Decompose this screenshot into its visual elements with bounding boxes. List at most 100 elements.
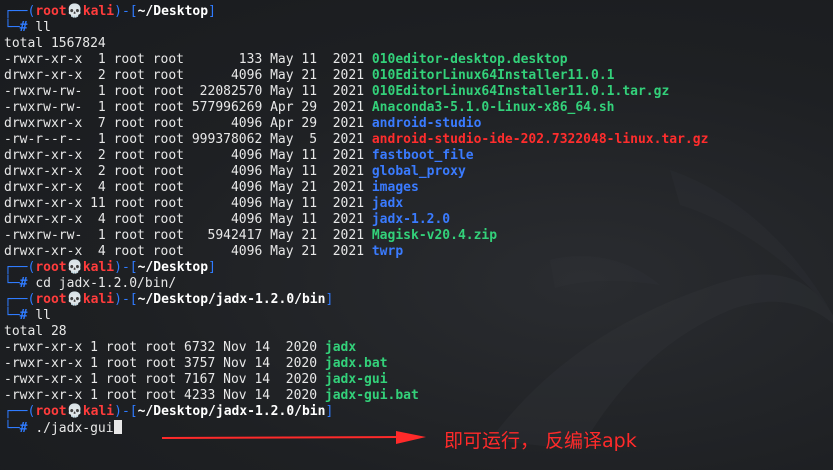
file-name: 010EditorLinux64Installer11.0.1.tar.gz xyxy=(371,84,670,99)
file-name: images xyxy=(371,180,419,195)
prompt-hash: # xyxy=(19,20,36,35)
terminal-window[interactable]: ┌──(root💀kali)-[~/Desktop] └─# ll total 15… xyxy=(0,0,833,470)
listing-total: total 28 xyxy=(4,324,829,340)
file-row: -rwxr-xr-x 1 root root 6732 Nov 14 2020 … xyxy=(4,340,829,356)
prompt-frame: └─ xyxy=(4,276,20,291)
file-name: jadx.bat xyxy=(324,356,388,371)
prompt-user: root xyxy=(35,260,67,275)
prompt-host: kali xyxy=(82,404,115,419)
listing-total: total 1567824 xyxy=(4,36,829,52)
prompt-frame: ┌──( xyxy=(4,4,36,19)
text-cursor[interactable] xyxy=(113,420,122,434)
file-row: drwxr-xr-x 11 root root 4096 May 11 2021… xyxy=(4,196,829,212)
file-meta: -rwxrw-rw- 1 root root 5942417 May 21 20… xyxy=(4,228,372,243)
command-line: └─# cd jadx-1.2.0/bin/ xyxy=(4,276,829,292)
prompt-path: ~/Desktop/jadx-1.2.0/bin xyxy=(137,292,326,307)
prompt-user: root xyxy=(35,4,67,19)
file-meta: -rwxr-xr-x 1 root root 133 May 11 2021 xyxy=(4,52,372,67)
total-text: total 28 xyxy=(4,324,67,339)
prompt-host: kali xyxy=(82,4,115,19)
prompt-header: ┌──(root💀kali)-[~/Desktop] xyxy=(4,4,829,20)
command-line: └─# ll xyxy=(4,308,829,324)
file-row: -rwxrw-rw- 1 root root 22082570 May 11 2… xyxy=(4,84,829,100)
command-line: └─# ll xyxy=(4,20,829,36)
prompt-hash: # xyxy=(19,308,36,323)
prompt-frame: )-[ xyxy=(114,4,138,19)
prompt-header: ┌──(root💀kali)-[~/Desktop] xyxy=(4,260,829,276)
file-meta: -rwxr-xr-x 1 root root 7167 Nov 14 2020 xyxy=(4,372,325,387)
file-name: jadx-gui xyxy=(324,372,388,387)
file-meta: -rwxr-xr-x 1 root root 6732 Nov 14 2020 xyxy=(4,340,325,355)
prompt-frame: )-[ xyxy=(114,292,138,307)
command-text: cd jadx-1.2.0/bin/ xyxy=(35,276,177,291)
total-text: total 1567824 xyxy=(4,36,106,51)
prompt-host: kali xyxy=(82,292,115,307)
prompt-frame: ] xyxy=(208,4,216,19)
skull-icon: 💀 xyxy=(66,404,83,419)
file-meta: -rwxr-xr-x 1 root root 4233 Nov 14 2020 xyxy=(4,388,325,403)
file-meta: drwxrwxr-x 7 root root 4096 Apr 29 2021 xyxy=(4,116,372,131)
file-name: jadx-gui.bat xyxy=(324,388,419,403)
skull-icon: 💀 xyxy=(66,260,83,275)
file-meta: drwxr-xr-x 4 root root 4096 May 21 2021 xyxy=(4,180,372,195)
red-arrow-annotation xyxy=(161,431,426,444)
terminal-output: ┌──(root💀kali)-[~/Desktop] └─# ll total 15… xyxy=(4,4,829,436)
command-text: ll xyxy=(35,20,51,35)
file-meta: drwxr-xr-x 2 root root 4096 May 21 2021 xyxy=(4,68,372,83)
file-row: drwxr-xr-x 2 root root 4096 May 21 2021 … xyxy=(4,68,829,84)
prompt-header: ┌──(root💀kali)-[~/Desktop/jadx-1.2.0/bin… xyxy=(4,292,829,308)
file-meta: drwxr-xr-x 4 root root 4096 May 11 2021 xyxy=(4,212,372,227)
prompt-frame: ] xyxy=(325,404,334,419)
prompt-path: ~/Desktop/jadx-1.2.0/bin xyxy=(137,404,326,419)
prompt-header: ┌──(root💀kali)-[~/Desktop/jadx-1.2.0/bin… xyxy=(4,404,829,420)
file-row: drwxr-xr-x 2 root root 4096 May 11 2021 … xyxy=(4,164,829,180)
file-row: -rwxrw-rw- 1 root root 577996269 Apr 29 … xyxy=(4,100,829,116)
file-name: android-studio xyxy=(371,116,482,131)
prompt-frame: ┌──( xyxy=(4,260,36,275)
file-name: jadx xyxy=(324,340,357,355)
command-text: ll xyxy=(35,308,51,323)
prompt-frame: ┌──( xyxy=(4,292,36,307)
file-row: drwxr-xr-x 4 root root 4096 May 11 2021 … xyxy=(4,212,829,228)
prompt-hash: # xyxy=(19,421,36,436)
prompt-frame: └─ xyxy=(4,308,20,323)
file-name: android-studio-ide-202.7322048-linux.tar… xyxy=(371,132,709,147)
file-meta: -rw-r--r-- 1 root root 999378062 May 5 2… xyxy=(4,132,372,147)
prompt-user: root xyxy=(35,292,67,307)
file-row: drwxr-xr-x 4 root root 4096 May 21 2021 … xyxy=(4,244,829,260)
file-row: -rwxr-xr-x 1 root root 7167 Nov 14 2020 … xyxy=(4,372,829,388)
file-name: twrp xyxy=(371,244,404,259)
file-name: jadx-1.2.0 xyxy=(371,212,451,227)
file-row: drwxr-xr-x 2 root root 4096 May 11 2021 … xyxy=(4,148,829,164)
file-row: -rwxrw-rw- 1 root root 5942417 May 21 20… xyxy=(4,228,829,244)
prompt-frame: └─ xyxy=(4,20,20,35)
prompt-host: kali xyxy=(82,260,115,275)
skull-icon: 💀 xyxy=(66,4,83,19)
file-meta: drwxr-xr-x 11 root root 4096 May 11 2021 xyxy=(4,196,372,211)
prompt-frame: ] xyxy=(208,260,216,275)
annotation-text: 即可运行， 反编译apk xyxy=(444,430,637,452)
file-meta: -rwxr-xr-x 1 root root 3757 Nov 14 2020 xyxy=(4,356,325,371)
prompt-frame: ] xyxy=(325,292,334,307)
file-name: 010editor-desktop.desktop xyxy=(371,52,568,67)
prompt-path: ~/Desktop xyxy=(137,260,209,275)
command-text: ./jadx-gui xyxy=(35,421,114,436)
file-meta: -rwxrw-rw- 1 root root 22082570 May 11 2… xyxy=(4,84,372,99)
prompt-frame: ┌──( xyxy=(4,404,36,419)
file-name: global_proxy xyxy=(371,164,466,179)
prompt-frame: )-[ xyxy=(114,260,138,275)
file-name: Anaconda3-5.1.0-Linux-x86_64.sh xyxy=(371,100,615,115)
file-name: Magisk-v20.4.zip xyxy=(371,228,498,243)
file-meta: drwxr-xr-x 2 root root 4096 May 11 2021 xyxy=(4,164,372,179)
file-row: -rwxr-xr-x 1 root root 4233 Nov 14 2020 … xyxy=(4,388,829,404)
file-meta: drwxr-xr-x 4 root root 4096 May 21 2021 xyxy=(4,244,372,259)
file-row: -rwxr-xr-x 1 root root 3757 Nov 14 2020 … xyxy=(4,356,829,372)
prompt-frame: └─ xyxy=(4,421,20,436)
prompt-user: root xyxy=(35,404,67,419)
file-row: -rwxr-xr-x 1 root root 133 May 11 2021 0… xyxy=(4,52,829,68)
prompt-hash: # xyxy=(19,276,36,291)
file-meta: drwxr-xr-x 2 root root 4096 May 11 2021 xyxy=(4,148,372,163)
prompt-frame: )-[ xyxy=(114,404,138,419)
file-name: 010EditorLinux64Installer11.0.1 xyxy=(371,68,615,83)
prompt-path: ~/Desktop xyxy=(137,4,209,19)
